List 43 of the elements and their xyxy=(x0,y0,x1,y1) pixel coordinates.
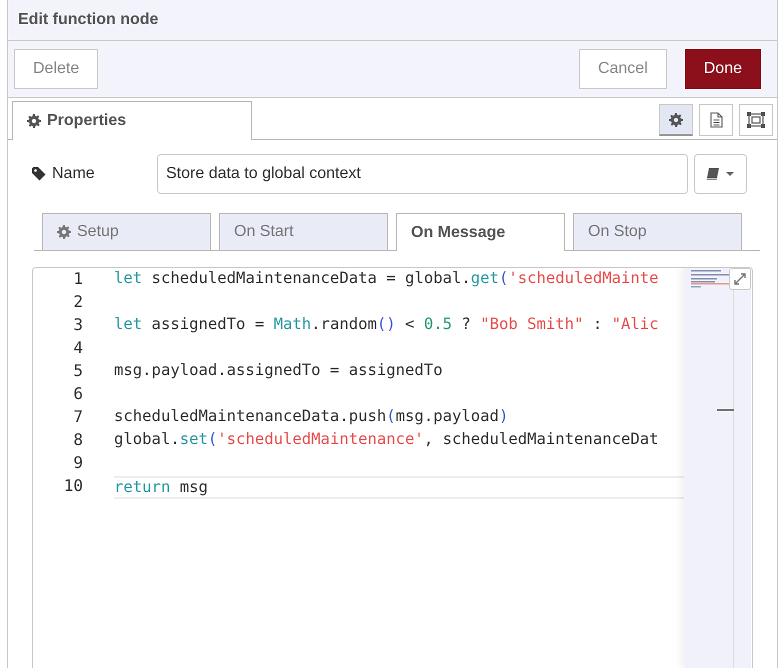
name-label: Name xyxy=(52,165,95,183)
gear-tool-button[interactable] xyxy=(659,104,693,136)
line-number: 6 xyxy=(72,384,83,405)
document-icon xyxy=(710,112,722,128)
name-field[interactable]: Store data to global context xyxy=(157,154,688,194)
tag-icon xyxy=(32,167,46,181)
line-number: 5 xyxy=(72,361,83,382)
code-line: scheduledMaintenanceData.push(msg.payload) xyxy=(114,407,508,425)
library-button[interactable] xyxy=(694,154,747,194)
minimap-drawing xyxy=(691,270,729,288)
line-number: 1 xyxy=(72,269,83,290)
line-number: 4 xyxy=(72,338,83,359)
delete-button[interactable]: Delete xyxy=(14,49,98,89)
expand-icon xyxy=(734,273,746,285)
scroll-marker xyxy=(717,409,734,411)
code-editor[interactable] xyxy=(32,267,753,668)
book-icon xyxy=(706,167,736,181)
line-number: 10 xyxy=(62,476,83,497)
line-number: 7 xyxy=(72,407,83,428)
gear-icon xyxy=(57,225,71,239)
frame-icon xyxy=(747,112,765,128)
code-line: global.set('scheduledMaintenance', scheduledMaintenanceDat xyxy=(114,430,659,448)
line-number: 9 xyxy=(72,453,83,474)
code-line: return msg xyxy=(114,478,208,496)
properties-tab[interactable]: Properties xyxy=(12,101,252,140)
gear-icon xyxy=(669,112,683,126)
line-number: 8 xyxy=(72,430,83,451)
editor-tab[interactable]: On Stop xyxy=(573,213,742,250)
frame-tool-button[interactable] xyxy=(739,104,773,136)
expand-button[interactable] xyxy=(729,268,751,290)
line-number: 3 xyxy=(72,315,83,336)
editor-tab[interactable]: On Message xyxy=(396,213,565,251)
code-line: msg.payload.assignedTo = assignedTo xyxy=(114,361,443,379)
cancel-button[interactable]: Cancel xyxy=(578,49,667,89)
done-button[interactable]: Done xyxy=(684,49,761,89)
code-line: let assignedTo = Math.random() < 0.5 ? "Bob Smith" : "Alic xyxy=(114,315,659,333)
code-line: let scheduledMaintenanceData = global.get('scheduledMainte xyxy=(114,269,659,287)
dialog-title: Edit function node xyxy=(18,11,158,29)
gear-icon xyxy=(27,114,41,128)
line-number: 2 xyxy=(72,292,83,313)
editor-tab[interactable]: Setup xyxy=(42,213,211,250)
doc-tool-button[interactable] xyxy=(699,104,733,136)
editor-tab[interactable]: On Start xyxy=(219,213,388,250)
